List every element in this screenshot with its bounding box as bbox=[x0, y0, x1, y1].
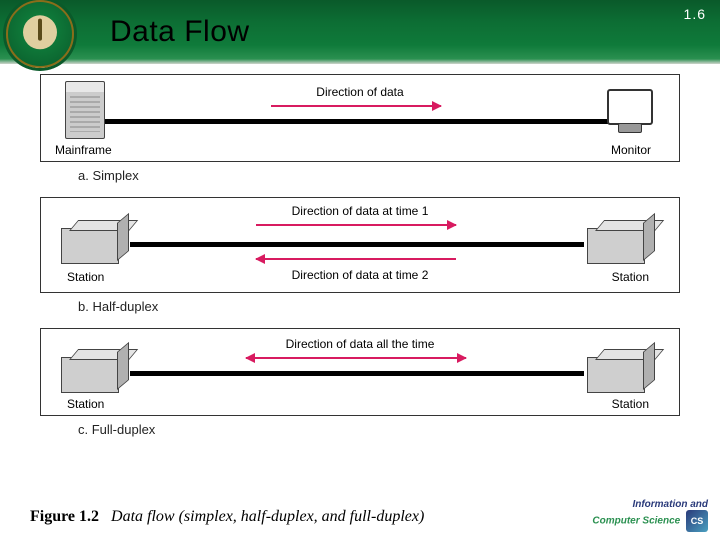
figure-caption: Data flow (simplex, half-duplex, and ful… bbox=[111, 508, 424, 525]
station-left-icon bbox=[61, 228, 119, 264]
panel-full-caption: c. Full-duplex bbox=[78, 422, 684, 437]
simplex-link-line bbox=[105, 119, 608, 124]
full-arrow-both bbox=[246, 357, 466, 359]
mainframe-icon bbox=[65, 81, 105, 139]
half-arrow-label-1: Direction of data at time 1 bbox=[292, 204, 429, 218]
station-right-label: Station bbox=[612, 270, 649, 284]
simplex-arrow-label: Direction of data bbox=[316, 85, 403, 99]
station-right-icon-2 bbox=[587, 357, 645, 393]
simplex-arrow bbox=[271, 105, 441, 107]
slide-title: Data Flow bbox=[110, 15, 250, 49]
station-left-icon-2 bbox=[61, 357, 119, 393]
half-arrow-right bbox=[256, 224, 456, 226]
half-arrow-label-2: Direction of data at time 2 bbox=[292, 268, 429, 282]
panel-simplex-caption: a. Simplex bbox=[78, 168, 684, 183]
page-number: 1.6 bbox=[684, 6, 706, 22]
half-arrow-left bbox=[256, 258, 456, 260]
university-logo bbox=[6, 0, 74, 68]
mainframe-label: Mainframe bbox=[55, 143, 112, 157]
full-arrow-label: Direction of data all the time bbox=[286, 337, 435, 351]
footer-line-1: Information and bbox=[632, 499, 708, 510]
station-right-label-2: Station bbox=[612, 397, 649, 411]
full-link-line bbox=[130, 371, 584, 376]
panel-half-caption: b. Half-duplex bbox=[78, 299, 684, 314]
monitor-icon bbox=[607, 89, 653, 125]
slide-header: Data Flow 1.6 bbox=[0, 0, 720, 64]
monitor-label: Monitor bbox=[611, 143, 651, 157]
figure-caption-line: Figure 1.2 Data flow (simplex, half-dupl… bbox=[30, 508, 424, 526]
figure-number: Figure 1.2 bbox=[30, 508, 99, 525]
station-left-label-2: Station bbox=[67, 397, 104, 411]
panel-half-duplex: Station Direction of data at time 1 Dire… bbox=[40, 197, 680, 293]
panel-full-duplex: Station Direction of data all the time S… bbox=[40, 328, 680, 416]
station-right-icon bbox=[587, 228, 645, 264]
footer-line-2: Computer Science bbox=[592, 516, 680, 527]
footer-badge: CS bbox=[686, 510, 708, 532]
half-link-line bbox=[130, 242, 584, 247]
panel-simplex: Mainframe Direction of data Monitor bbox=[40, 74, 680, 162]
slide-content: Mainframe Direction of data Monitor a. S… bbox=[0, 64, 720, 437]
station-left-label: Station bbox=[67, 270, 104, 284]
department-logo: Information and Computer Science CS bbox=[592, 500, 708, 533]
